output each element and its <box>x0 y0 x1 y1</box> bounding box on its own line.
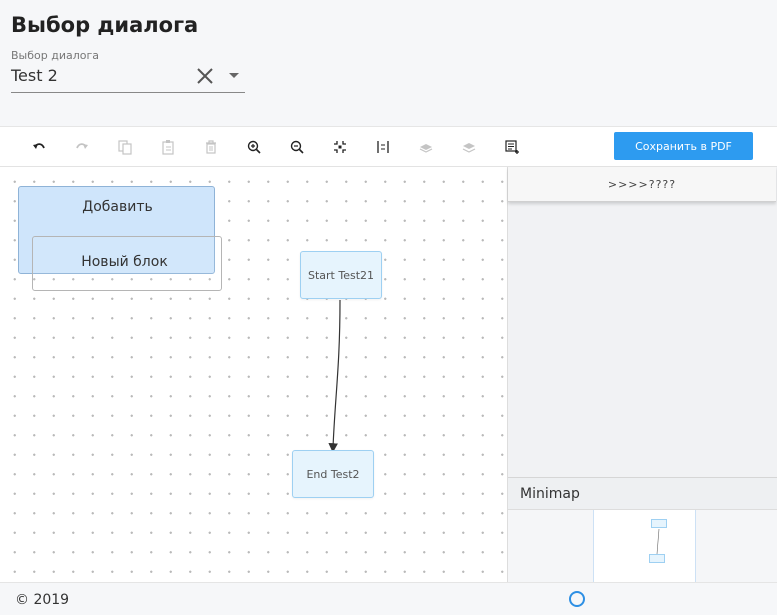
actual-size-icon <box>377 141 389 153</box>
chevron-down-icon[interactable] <box>229 73 239 78</box>
fit-icon <box>334 141 346 153</box>
copy-button[interactable] <box>115 137 135 157</box>
send-back-button[interactable] <box>416 137 436 157</box>
undo-button[interactable] <box>29 137 49 157</box>
zoom-out-icon <box>290 140 304 154</box>
paste-button[interactable] <box>158 137 178 157</box>
node-end[interactable]: End Test2 <box>292 450 374 498</box>
select-all-button[interactable] <box>502 137 522 157</box>
add-block-menu[interactable]: Добавить Новый блок <box>18 186 222 291</box>
dialog-select-value[interactable]: Test 2 <box>11 66 58 85</box>
diagram-canvas[interactable]: Start Test21 End Test2 Добавить Новый бл… <box>0 167 507 582</box>
fit-view-button[interactable] <box>330 137 350 157</box>
select-all-icon <box>505 140 519 154</box>
toolbar: Сохранить в PDF <box>0 127 777 167</box>
menu-item-add[interactable]: Добавить <box>19 199 216 215</box>
loading-spinner-icon <box>569 591 585 607</box>
dialog-select[interactable]: Test 2 <box>11 62 245 93</box>
paste-icon <box>162 140 174 155</box>
zoom-out-button[interactable] <box>287 137 307 157</box>
copy-icon <box>118 140 132 155</box>
zoom-in-button[interactable] <box>244 137 264 157</box>
node-start-label: Start Test21 <box>307 268 375 282</box>
node-end-label: End Test2 <box>306 467 360 481</box>
properties-panel: >>>>???? Minimap <box>507 167 777 583</box>
minimap-edge <box>656 528 660 555</box>
save-pdf-button[interactable]: Сохранить в PDF <box>614 132 753 160</box>
redo-icon <box>76 143 88 149</box>
menu-item-new-block-label: Новый блок <box>81 254 168 270</box>
trash-icon <box>206 140 216 154</box>
redo-button[interactable] <box>72 137 92 157</box>
undo-icon <box>33 143 45 149</box>
zoom-in-icon <box>247 140 261 154</box>
delete-button[interactable] <box>201 137 221 157</box>
minimap-viewport[interactable] <box>593 510 696 583</box>
bring-front-icon <box>462 143 476 153</box>
page-title: Выбор диалога <box>11 13 199 37</box>
footer: © 2019 <box>0 582 777 615</box>
minimap-title: Minimap <box>508 477 777 509</box>
dialog-select-label: Выбор диалога <box>11 49 99 62</box>
node-start[interactable]: Start Test21 <box>300 251 382 299</box>
send-back-icon <box>419 144 433 153</box>
copyright: © 2019 <box>15 592 70 608</box>
menu-item-new-block[interactable]: Новый блок <box>32 236 222 291</box>
actual-size-button[interactable] <box>373 137 393 157</box>
minimap[interactable] <box>508 509 777 583</box>
header: Выбор диалога Выбор диалога Test 2 <box>0 0 777 127</box>
close-icon[interactable] <box>195 66 215 86</box>
bring-front-button[interactable] <box>459 137 479 157</box>
panel-header: >>>>???? <box>508 167 776 202</box>
